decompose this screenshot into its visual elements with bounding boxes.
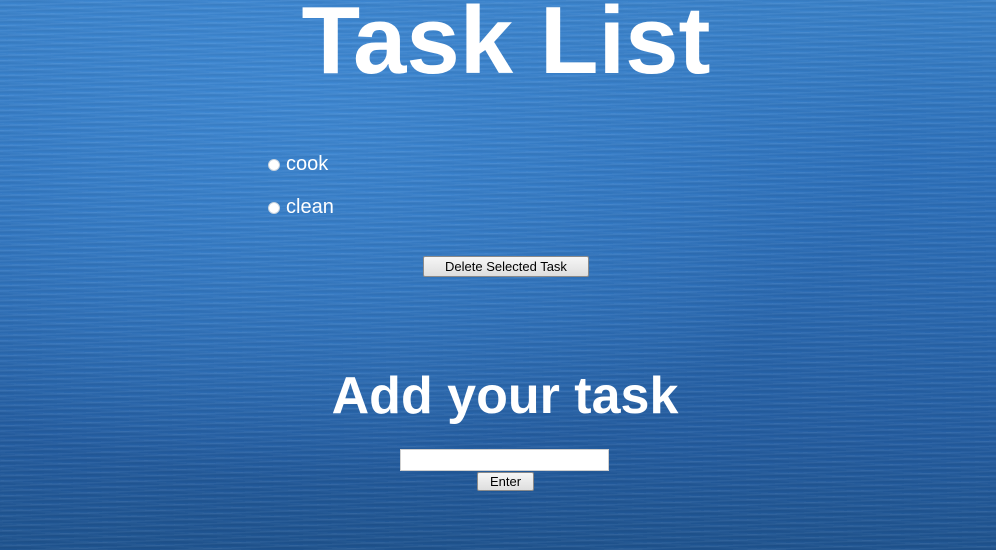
delete-selected-task-button[interactable]: Delete Selected Task [423,256,589,277]
task-radio-clean[interactable] [268,202,280,214]
page-title: Task List [301,0,711,94]
task-item-cook[interactable]: cook [268,150,334,178]
enter-button[interactable]: Enter [477,472,534,491]
add-task-heading: Add your task [331,367,679,425]
task-radio-cook[interactable] [268,159,280,171]
task-label: cook [286,153,329,175]
task-label: clean [286,196,334,218]
task-item-clean[interactable]: clean [268,193,334,221]
task-input[interactable] [400,449,609,471]
task-list: cook clean [268,150,334,236]
